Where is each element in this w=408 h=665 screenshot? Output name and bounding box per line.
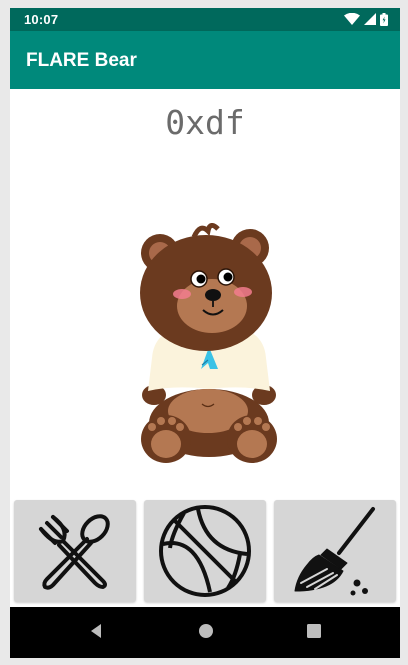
- recent-apps-icon[interactable]: [305, 622, 323, 640]
- app-title: FLARE Bear: [26, 50, 137, 71]
- device-frame: 10:07 FLARE Bear 0xdf: [0, 0, 408, 665]
- play-button[interactable]: [144, 500, 266, 602]
- battery-icon: [380, 12, 388, 26]
- status-icons: [344, 12, 388, 26]
- wifi-icon: [344, 13, 360, 25]
- app-bar: FLARE Bear: [10, 31, 400, 89]
- back-icon[interactable]: [88, 622, 106, 640]
- status-value-text: 0xdf: [165, 103, 245, 142]
- action-buttons: [10, 500, 400, 604]
- broom-icon: [294, 507, 375, 596]
- status-bar: 10:07: [10, 8, 400, 31]
- cell-signal-icon: [364, 13, 376, 25]
- feed-button[interactable]: [14, 500, 136, 602]
- basketball-icon: [159, 505, 251, 597]
- phone-screen: 10:07 FLARE Bear 0xdf: [10, 8, 400, 658]
- clean-button[interactable]: [274, 500, 396, 602]
- main-content: 0xdf: [10, 89, 400, 607]
- fork-spoon-icon: [39, 514, 110, 590]
- status-time: 10:07: [24, 12, 59, 27]
- bear-image: [140, 223, 277, 463]
- home-icon[interactable]: [197, 622, 215, 640]
- navigation-bar: [10, 607, 400, 658]
